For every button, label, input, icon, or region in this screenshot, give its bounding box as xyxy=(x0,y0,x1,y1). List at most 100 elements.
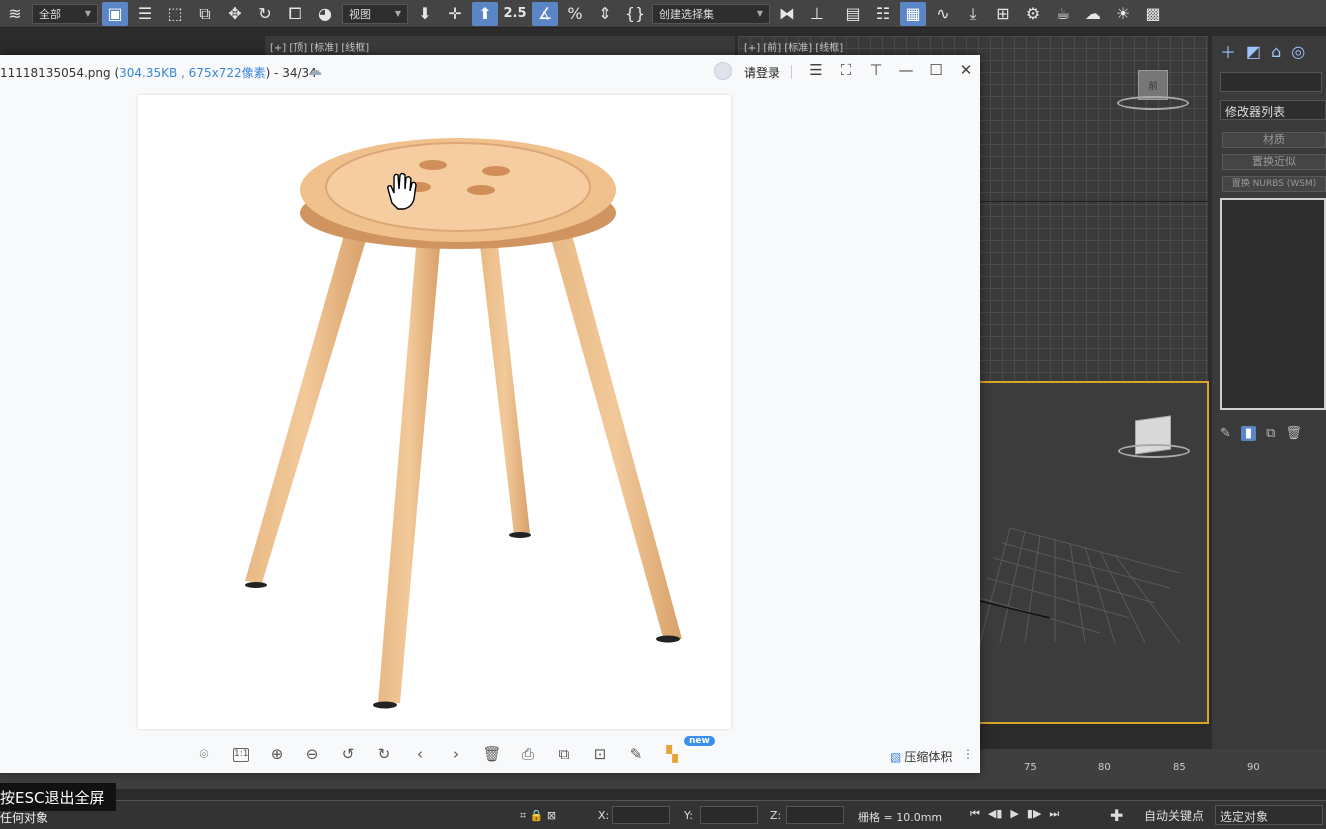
apps-icon[interactable]: ▚ xyxy=(661,745,683,765)
render-frame-icon[interactable]: ☁ xyxy=(1080,2,1106,26)
esc-exit-tip: 按ESC退出全屏 xyxy=(0,783,117,811)
maximize-icon[interactable]: ☐ xyxy=(926,61,946,79)
fullscreen-icon[interactable]: ⛶ xyxy=(836,61,856,79)
pin-stack-icon[interactable]: ✎ xyxy=(1220,426,1231,441)
render-setup-icon[interactable]: ☕ xyxy=(1050,2,1076,26)
copy-icon[interactable]: ⧉ xyxy=(553,745,575,765)
print-icon[interactable]: ⎙ xyxy=(517,745,539,765)
more-options-icon[interactable]: ⋮ xyxy=(962,747,974,761)
motion-tab-icon[interactable]: ◎ xyxy=(1291,42,1305,61)
modifier-list-dropdown[interactable]: 修改器列表 xyxy=(1220,100,1326,120)
angle-snap-icon[interactable]: ∡ xyxy=(532,1,558,26)
crop-icon[interactable]: ⊡ xyxy=(589,745,611,765)
object-name-field[interactable] xyxy=(1220,72,1322,92)
displace-nurbs-button[interactable]: 置换 NURBS (WSM) xyxy=(1222,176,1326,192)
auto-key-button[interactable]: 自动关键点 xyxy=(1144,807,1204,824)
viewport-top-label[interactable]: [+] [顶] [标准] [线框] xyxy=(270,39,369,54)
viewport-front-label[interactable]: [+] [前] [标准] [线框] xyxy=(744,39,843,54)
rotate-icon[interactable]: ↻ xyxy=(252,2,278,26)
previous-image-icon[interactable]: ‹ xyxy=(409,745,431,765)
dope-sheet-icon[interactable]: ⤓ xyxy=(960,2,986,26)
spinner-snap-icon[interactable]: ⇕ xyxy=(592,2,618,26)
isolate-icon[interactable]: ⌗ 🔒 ⊠ xyxy=(520,809,556,823)
ribbon-icon[interactable]: ▦ xyxy=(900,1,926,26)
select-object-icon[interactable]: ▣ xyxy=(102,1,128,26)
pin-icon[interactable]: ⊤ xyxy=(866,61,886,79)
rect-selection-icon[interactable]: ⬚ xyxy=(162,2,188,26)
modifier-stack[interactable] xyxy=(1220,198,1326,410)
go-to-start-icon[interactable]: ⏮ xyxy=(970,807,980,821)
previous-frame-icon[interactable]: ◀▮ xyxy=(988,807,1003,821)
x-coord-field[interactable] xyxy=(612,806,670,824)
snap-toggle-icon[interactable]: 2.5 xyxy=(502,2,528,26)
viewer-title-bar[interactable]: 11118135054.png (304.35KB , 675x722像素) -… xyxy=(0,55,980,89)
perspective-grid xyxy=(980,527,1181,643)
remove-modifier-icon[interactable]: 🗑 xyxy=(1285,426,1302,441)
avatar[interactable] xyxy=(714,62,732,80)
go-to-end-icon[interactable]: ⏭ xyxy=(1049,807,1059,821)
percent-snap-icon[interactable]: % xyxy=(562,2,588,26)
grid-size-text: 栅格 = 10.0mm xyxy=(858,811,943,824)
select-manipulate-icon[interactable]: ✛ xyxy=(442,2,468,26)
actual-size-button[interactable]: 1:1 xyxy=(233,748,249,762)
named-selection-dropdown[interactable]: 创建选择集 ▼ xyxy=(652,3,770,24)
edit-icon[interactable]: ✎ xyxy=(625,745,647,765)
delete-icon[interactable]: 🗑 xyxy=(481,745,503,765)
zoom-in-icon[interactable]: ⊕ xyxy=(266,745,288,765)
place-icon[interactable]: ◕ xyxy=(312,2,338,26)
scene-explorer-icon[interactable]: ☷ xyxy=(870,2,896,26)
mirror-icon[interactable]: ⧓ xyxy=(774,2,800,26)
viewcube-ring[interactable] xyxy=(1117,96,1189,110)
displayed-image[interactable] xyxy=(138,95,731,729)
material-editor-icon[interactable]: ⚙ xyxy=(1020,2,1046,26)
align-icon[interactable]: ⊥ xyxy=(804,2,830,26)
select-by-name-icon[interactable]: ☰ xyxy=(132,2,158,26)
move-icon[interactable]: ✥ xyxy=(222,2,248,26)
next-frame-icon[interactable]: ▮▶ xyxy=(1027,807,1042,821)
schematic-view-icon[interactable]: ⊞ xyxy=(990,2,1016,26)
next-image-icon[interactable]: › xyxy=(445,745,467,765)
selection-filter-dropdown[interactable]: 全部 ▼ xyxy=(32,3,98,24)
viewcube-ring[interactable] xyxy=(1118,444,1190,458)
compress-label: 压缩体积 xyxy=(904,750,953,764)
rotate-left-icon[interactable]: ↺ xyxy=(337,745,359,765)
material-button[interactable]: 材质 xyxy=(1222,132,1326,148)
layer-explorer-icon[interactable]: ▤ xyxy=(840,2,866,26)
zoom-out-icon[interactable]: ⊖ xyxy=(301,745,323,765)
minimize-icon[interactable]: — xyxy=(896,61,916,79)
hierarchy-tab-icon[interactable]: ⌂ xyxy=(1271,42,1281,61)
make-unique-icon[interactable]: ⧉ xyxy=(1266,426,1275,441)
show-end-result-icon[interactable]: ▮ xyxy=(1240,425,1257,441)
chevron-down-icon: ▼ xyxy=(394,9,401,18)
set-key-icon[interactable]: ✚ xyxy=(1110,806,1123,825)
displace-approx-button[interactable]: 置换近似 xyxy=(1222,154,1326,170)
ref-coord-dropdown[interactable]: 视图 ▼ xyxy=(342,3,408,24)
login-link[interactable]: 请登录 xyxy=(744,64,780,81)
create-tab-icon[interactable]: ＋ xyxy=(1220,39,1236,63)
key-filter-dropdown[interactable]: 选定对象 xyxy=(1215,805,1323,825)
command-panel-tabs: ＋ ◩ ⌂ ◎ xyxy=(1212,36,1326,66)
x-coord-label: X: xyxy=(598,809,610,822)
cloud-upload-icon[interactable]: ☁ xyxy=(308,63,322,79)
keyboard-shortcut-icon[interactable]: ⬆ xyxy=(472,1,498,26)
menu-icon[interactable]: ☰ xyxy=(806,61,826,79)
play-icon[interactable]: ▶ xyxy=(1010,807,1018,821)
y-coord-field[interactable] xyxy=(700,806,758,824)
scale-icon[interactable]: ⧠ xyxy=(282,2,308,26)
compress-button[interactable]: ▧ 压缩体积 xyxy=(890,748,952,765)
edit-named-sets-icon[interactable]: {} xyxy=(622,2,648,26)
modify-tab-icon[interactable]: ◩ xyxy=(1246,42,1261,61)
mouse-mode-icon[interactable]: ⌾ xyxy=(193,745,215,765)
timeline-tick: 90 xyxy=(1247,762,1260,773)
render-icon[interactable]: ☀ xyxy=(1110,2,1136,26)
rotate-right-icon[interactable]: ↻ xyxy=(373,745,395,765)
screen-root: ≋ 全部 ▼ ▣ ☰ ⬚ ⧉ ✥ ↻ ⧠ ◕ 视图 ▼ ⬇ ✛ ⬆ 2.5 ∡ … xyxy=(0,0,1326,829)
z-coord-field[interactable] xyxy=(786,806,844,824)
layers-icon[interactable]: ≋ xyxy=(2,2,28,26)
window-crossing-icon[interactable]: ⧉ xyxy=(192,2,218,26)
new-badge: new xyxy=(684,736,715,746)
pivot-icon[interactable]: ⬇ xyxy=(412,2,438,26)
curve-editor-icon[interactable]: ∿ xyxy=(930,2,956,26)
render-cloud-icon[interactable]: ▩ xyxy=(1140,2,1166,26)
close-icon[interactable]: ✕ xyxy=(956,61,976,79)
